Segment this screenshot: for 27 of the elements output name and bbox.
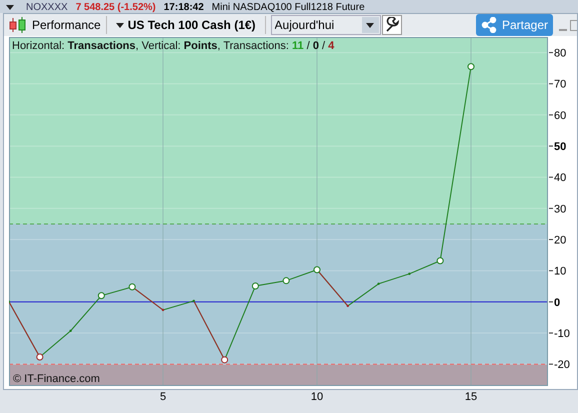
instrument-label: Mini NASDAQ100 Full1218 Future (212, 3, 365, 13)
chart-legend: Horizontal: Transactions, Vertical: Points, Transactions: 11 / 0 / 4 (12, 40, 334, 52)
share-icon (480, 17, 497, 33)
window-title: Performance (32, 18, 101, 32)
x-axis-label: 5 (160, 391, 166, 403)
x-axis-label: 10 (310, 391, 324, 403)
y-axis-label: -20 (554, 359, 570, 372)
symbol-label: NOXXXX (26, 3, 68, 13)
loss-segment (316, 269, 348, 306)
copyright-text: © IT-Finance.com (13, 373, 100, 385)
instrument-selector[interactable]: US Tech 100 Cash (1€) (112, 18, 260, 32)
price-change: 7 548.25 (-1.52%) (76, 3, 156, 13)
y-axis-label: 30 (554, 203, 566, 216)
settings-button[interactable] (382, 15, 402, 35)
y-axis-label: 70 (554, 78, 566, 91)
y-axis-label: 60 (554, 110, 566, 122)
y-axis-label: 20 (554, 234, 566, 247)
x-axis-label: 15 (464, 391, 478, 403)
period-dropdown[interactable]: Aujourd'hui (270, 15, 381, 35)
y-axis-label: 0 (554, 296, 560, 309)
caret-icon (116, 23, 124, 28)
y-axis-label: 80 (554, 48, 566, 60)
y-axis-label: 50 (554, 141, 566, 154)
time-label: 17:18:42 (164, 3, 204, 13)
y-axis-label: 40 (554, 172, 566, 184)
y-axis-label: -10 (554, 328, 570, 340)
y-axis-label: 10 (554, 266, 566, 278)
